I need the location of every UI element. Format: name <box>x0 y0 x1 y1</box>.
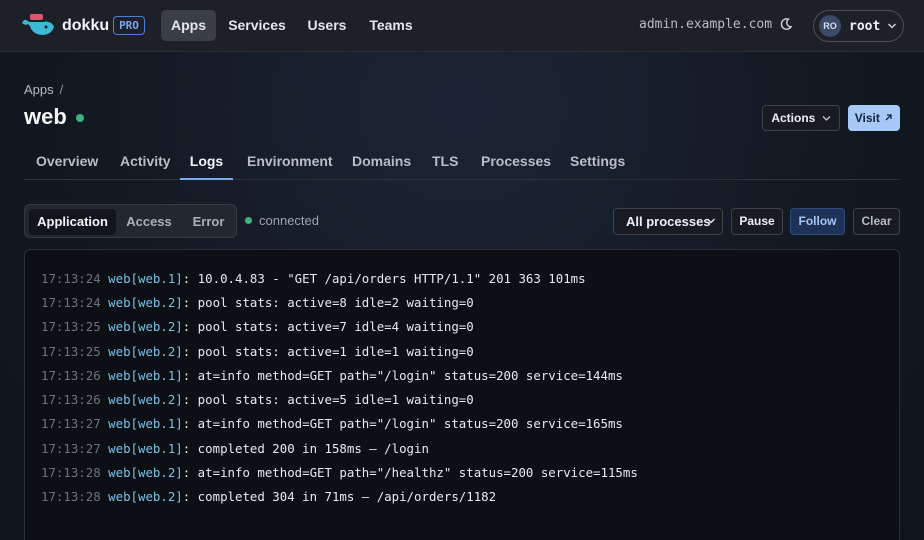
log-message: : pool stats: active=1 idle=1 waiting=0 <box>182 344 474 359</box>
log-type-application[interactable]: Application <box>29 209 116 235</box>
log-message: : at=info method=GET path="/login" statu… <box>182 368 623 383</box>
log-message: : at=info method=GET path="/login" statu… <box>182 416 623 431</box>
log-timestamp: 17:13:24 <box>41 271 101 286</box>
pause-button[interactable]: Pause <box>731 208 783 235</box>
log-source: web[web.2] <box>108 344 183 359</box>
pro-badge: PRO <box>113 16 145 35</box>
app-status-dot <box>76 114 84 122</box>
nav-item-users[interactable]: Users <box>303 10 351 41</box>
chevron-down-icon <box>706 218 716 224</box>
follow-button[interactable]: Follow <box>790 208 845 235</box>
top-navbar: dokku PRO Apps Services Users Teams admi… <box>0 0 924 52</box>
brand-logo[interactable]: dokku <box>20 14 109 38</box>
process-select-value: All processes <box>626 214 711 229</box>
log-line: 17:13:24 web[web.1]: 10.0.4.83 - "GET /a… <box>41 271 586 286</box>
page-title: web <box>24 104 67 129</box>
log-line: 17:13:26 web[web.1]: at=info method=GET … <box>41 368 623 383</box>
connection-status: connected <box>259 213 319 228</box>
moon-icon[interactable] <box>779 17 793 31</box>
log-timestamp: 17:13:25 <box>41 344 101 359</box>
actions-button[interactable]: Actions <box>762 105 840 131</box>
process-select[interactable]: All processes <box>613 208 723 235</box>
app-tabs: Overview Activity Logs Environment Domai… <box>24 150 900 180</box>
chevron-down-icon <box>822 116 831 121</box>
log-line: 17:13:27 web[web.1]: at=info method=GET … <box>41 416 623 431</box>
log-line: 17:13:24 web[web.2]: pool stats: active=… <box>41 295 474 310</box>
log-source: web[web.2] <box>108 319 183 334</box>
breadcrumb-apps-link[interactable]: Apps <box>24 82 54 97</box>
log-message: : 10.0.4.83 - "GET /api/orders HTTP/1.1"… <box>182 271 586 286</box>
log-timestamp: 17:13:28 <box>41 465 101 480</box>
visit-label: Visit <box>854 111 880 125</box>
external-link-icon <box>885 114 892 121</box>
log-message: : pool stats: active=5 idle=1 waiting=0 <box>182 392 474 407</box>
tab-environment[interactable]: Environment <box>247 153 333 180</box>
log-type-access[interactable]: Access <box>121 209 177 235</box>
tab-domains[interactable]: Domains <box>352 153 411 180</box>
nav-item-apps[interactable]: Apps <box>161 10 216 41</box>
host-label: admin.example.com <box>639 17 773 32</box>
log-line: 17:13:27 web[web.1]: completed 200 in 15… <box>41 441 429 456</box>
log-message: : completed 200 in 158ms — /login <box>182 441 429 456</box>
log-line: 17:13:25 web[web.2]: pool stats: active=… <box>41 319 474 334</box>
log-timestamp: 17:13:24 <box>41 295 101 310</box>
log-output[interactable]: 17:13:24 web[web.1]: 10.0.4.83 - "GET /a… <box>24 249 900 540</box>
log-line: 17:13:28 web[web.2]: at=info method=GET … <box>41 465 638 480</box>
tab-activity[interactable]: Activity <box>120 153 171 180</box>
avatar: RO <box>819 15 841 37</box>
visit-button[interactable]: Visit <box>848 105 900 131</box>
log-source: web[web.2] <box>108 392 183 407</box>
log-message: : pool stats: active=7 idle=4 waiting=0 <box>182 319 474 334</box>
log-timestamp: 17:13:27 <box>41 416 101 431</box>
actions-label: Actions <box>771 111 816 125</box>
tab-processes[interactable]: Processes <box>481 153 551 180</box>
connection-status-dot <box>245 217 252 224</box>
log-source: web[web.1] <box>108 416 183 431</box>
log-timestamp: 17:13:26 <box>41 392 101 407</box>
user-name: root <box>849 18 881 34</box>
log-type-error[interactable]: Error <box>183 209 234 235</box>
breadcrumb: Apps / <box>24 82 63 97</box>
tab-logs[interactable]: Logs <box>180 153 233 180</box>
log-timestamp: 17:13:25 <box>41 319 101 334</box>
log-type-selector: Application Access Error <box>24 204 237 238</box>
tab-settings[interactable]: Settings <box>570 153 625 180</box>
log-message: : at=info method=GET path="/healthz" sta… <box>182 465 638 480</box>
log-source: web[web.2] <box>108 295 183 310</box>
log-line: 17:13:28 web[web.2]: completed 304 in 71… <box>41 489 496 504</box>
log-source: web[web.1] <box>108 271 183 286</box>
nav-item-teams[interactable]: Teams <box>364 10 418 41</box>
log-line: 17:13:26 web[web.2]: pool stats: active=… <box>41 392 474 407</box>
log-message: : pool stats: active=8 idle=2 waiting=0 <box>182 295 474 310</box>
chevron-down-icon <box>888 23 897 29</box>
log-timestamp: 17:13:28 <box>41 489 101 504</box>
breadcrumb-separator: / <box>59 82 64 97</box>
log-message: : completed 304 in 71ms — /api/orders/11… <box>182 489 497 504</box>
log-timestamp: 17:13:27 <box>41 441 101 456</box>
whale-logo-icon <box>22 14 54 35</box>
log-source: web[web.2] <box>108 489 183 504</box>
brand-name: dokku <box>62 17 110 34</box>
log-source: web[web.1] <box>108 368 183 383</box>
tab-overview[interactable]: Overview <box>36 153 98 180</box>
log-source: web[web.1] <box>108 441 183 456</box>
log-line: 17:13:25 web[web.2]: pool stats: active=… <box>41 344 474 359</box>
nav-item-services[interactable]: Services <box>224 10 290 41</box>
user-menu-button[interactable]: RO root <box>813 10 904 42</box>
log-source: web[web.2] <box>108 465 183 480</box>
tab-tls[interactable]: TLS <box>432 153 458 180</box>
log-timestamp: 17:13:26 <box>41 368 101 383</box>
clear-button[interactable]: Clear <box>853 208 900 235</box>
